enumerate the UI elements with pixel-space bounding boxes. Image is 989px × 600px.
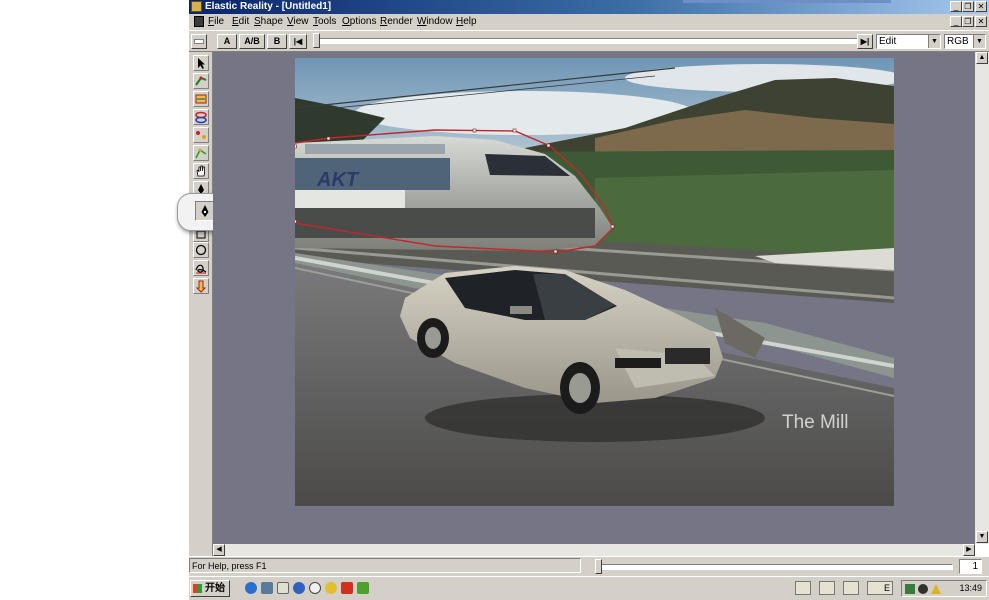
timeline-slider-thumb[interactable] [313,33,320,48]
timeline-slider[interactable] [319,38,861,44]
scroll-down-arrow-icon[interactable]: ▼ [976,531,988,543]
status-help-text: For Help, press F1 [192,561,267,571]
tray-network-icon[interactable] [905,584,915,594]
taskbar-clock[interactable]: 13:49 [959,583,982,593]
minimize-button[interactable]: _ [950,1,962,12]
view-ab-button[interactable]: A/B [239,34,265,49]
frame-number-field[interactable]: 1 [959,559,982,574]
status-frame-slider-thumb[interactable] [595,559,602,574]
game-icon[interactable] [357,582,369,594]
vertical-scrollbar[interactable]: ▲ ▼ [975,52,989,544]
pen-tool-icon[interactable] [195,201,215,221]
desktop-icon[interactable] [277,582,289,594]
scroll-up-arrow-icon[interactable]: ▲ [976,52,988,64]
menu-help[interactable]: Help [456,16,477,28]
chevron-down-icon[interactable]: ▼ [973,35,985,48]
clock-app-icon[interactable] [293,582,305,594]
menu-file[interactable]: File [208,16,224,28]
tray-volume-icon[interactable] [918,584,928,594]
menu-shape[interactable]: Shape [254,16,283,28]
windows-logo-icon [193,584,202,593]
task-elastic-reality[interactable]: E [867,581,893,595]
task-folder-icon[interactable] [795,581,811,595]
freehand-tool-icon[interactable] [193,260,209,276]
doc-restore-button[interactable]: ❐ [962,16,974,27]
start-button[interactable]: 开始 [190,580,230,597]
toolbar-grip-icon[interactable] [191,34,207,49]
watermark-text: The Mill [782,412,849,433]
toolbar: A A/B B |◀ ▶| Edit ▼ RGB ▼ [189,30,989,52]
menu-render[interactable]: Render [380,16,413,28]
hand-tool-icon[interactable] [193,163,209,179]
view-b-button[interactable]: B [267,34,287,49]
scroll-right-arrow-icon[interactable]: ▶ [963,544,975,556]
view-a-button[interactable]: A [217,34,237,49]
oval-tool-icon[interactable] [193,242,209,258]
app-icon [191,1,202,12]
mode-select-value: Edit [879,36,897,47]
color-select-value: RGB [947,36,969,47]
video-frame-image[interactable]: AKT The Mill [295,58,894,506]
menu-edit[interactable]: Edit [232,16,249,28]
magnet-tool-icon[interactable] [193,278,209,294]
arrow-tool-icon[interactable] [193,55,209,71]
task-elastic-reality-label: E [883,583,890,593]
title-bar-accent [683,0,891,3]
task-network-icon[interactable] [843,581,859,595]
restore-button[interactable]: ❐ [962,1,974,12]
menu-tools[interactable]: Tools [313,16,336,28]
point-tool-icon[interactable] [193,127,209,143]
document-icon[interactable] [194,16,204,27]
status-frame-slider[interactable] [599,564,953,570]
music-icon[interactable] [341,582,353,594]
warp-tool-icon[interactable] [193,73,209,89]
mode-select[interactable]: Edit ▼ [876,34,941,49]
menu-bar: File Edit Shape View Tools Options Rende… [189,14,989,30]
browser-icon[interactable] [245,582,257,594]
system-tray: 13:49 [901,580,987,597]
scroll-left-arrow-icon[interactable]: ◀ [213,544,225,556]
color-select[interactable]: RGB ▼ [944,34,986,49]
doc-minimize-button[interactable]: _ [950,16,962,27]
status-bar: For Help, press F1 1 [189,556,989,576]
taskbar: 开始 E 13:49 [189,576,989,600]
task-drive-icon[interactable] [819,581,835,595]
correspondence-tool-icon[interactable] [193,109,209,125]
start-label: 开始 [205,583,225,594]
cd-icon[interactable] [309,582,321,594]
tool-palette [189,52,213,556]
menu-view[interactable]: View [287,16,309,28]
tray-warning-icon[interactable] [931,584,941,594]
doc-close-button[interactable]: ✕ [975,16,987,27]
close-button[interactable]: ✕ [975,1,987,12]
media-player-icon[interactable] [325,582,337,594]
horizontal-scrollbar[interactable]: ◀ ▶ [213,544,975,556]
menu-options[interactable]: Options [342,16,376,28]
network-icon[interactable] [261,582,273,594]
train-logo: AKT [316,169,360,191]
shape-tool-icon[interactable] [193,91,209,107]
first-frame-button[interactable]: |◀ [289,34,307,49]
spline-tool-icon[interactable] [193,145,209,161]
menu-window[interactable]: Window [417,16,453,28]
chevron-down-icon[interactable]: ▼ [928,35,940,48]
window-title: Elastic Reality - [Untitled1] [205,1,332,12]
last-frame-button[interactable]: ▶| [857,34,873,49]
